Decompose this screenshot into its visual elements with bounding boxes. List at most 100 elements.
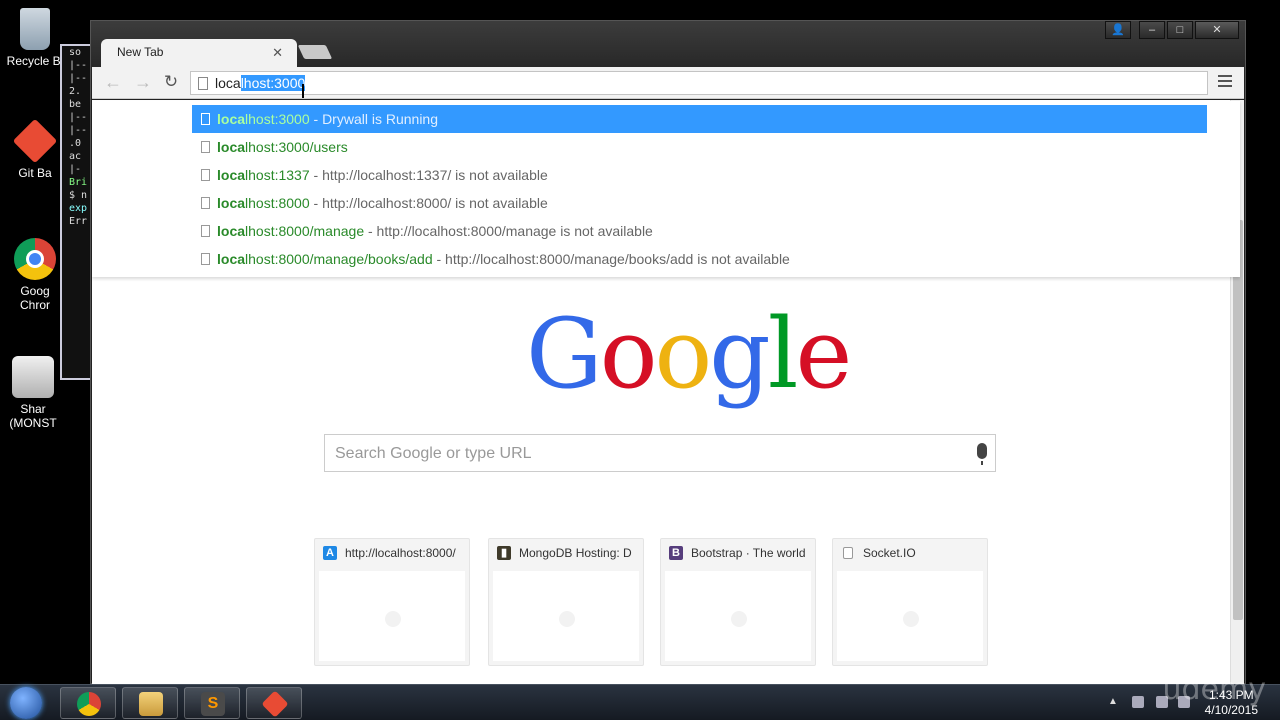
share-desktop-icon[interactable]: Shar (MONST	[2, 356, 64, 430]
loading-dot-icon	[903, 611, 919, 627]
tile-favicon-icon	[843, 547, 853, 559]
taskbar-sublime[interactable]: S	[184, 687, 240, 719]
page-icon	[201, 225, 210, 237]
page-icon	[201, 141, 210, 153]
tile-thumbnail	[665, 571, 811, 661]
tab-title: New Tab	[117, 45, 164, 59]
user-icon[interactable]: 👤	[1105, 21, 1131, 39]
back-arrow-icon[interactable]: ←	[102, 72, 124, 94]
google-logo-letter: e	[795, 298, 852, 410]
tab-new-tab[interactable]: New Tab ✕	[101, 39, 297, 67]
suggestion-url: localhost:8000/manage	[217, 223, 364, 239]
tile-favicon-icon: A	[323, 546, 337, 560]
tile-title: Bootstrap · The world	[691, 546, 806, 560]
window-controls: 👤 – □ ✕	[1105, 21, 1239, 39]
suggestion-rest: lhost:8000	[245, 195, 310, 211]
chrome-window: 👤 – □ ✕ New Tab ✕ ← → ↻ localhost:3000 G…	[90, 20, 1246, 704]
folder-icon	[139, 692, 163, 716]
suggestion-rest: lhost:3000	[245, 111, 310, 127]
reload-icon[interactable]: ↻	[160, 72, 182, 94]
suggestion-url: localhost:8000/manage/books/add	[217, 251, 433, 267]
most-visited-tile[interactable]: B Bootstrap · The world	[660, 538, 816, 666]
browser-toolbar: ← → ↻ localhost:3000	[92, 67, 1244, 99]
tile-thumbnail	[319, 571, 465, 661]
suggestion-description: - http://localhost:8000/ is not availabl…	[313, 195, 548, 211]
suggestion-item[interactable]: localhost:3000/users	[192, 133, 1207, 161]
omnibox-input[interactable]: localhost:3000	[190, 71, 1208, 95]
page-icon	[201, 197, 210, 209]
network-share-icon	[12, 356, 54, 398]
tray-expand-icon[interactable]: ▲	[1108, 696, 1120, 708]
suggestion-item[interactable]: localhost:1337 - http://localhost:1337/ …	[192, 161, 1207, 189]
desktop-icon-label: Goog Chror	[19, 284, 50, 312]
sublime-icon: S	[201, 692, 225, 716]
minimize-icon[interactable]: –	[1139, 21, 1165, 39]
taskbar-chrome[interactable]	[60, 687, 116, 719]
suggestion-item[interactable]: localhost:8000 - http://localhost:8000/ …	[192, 189, 1207, 217]
suggestion-item[interactable]: localhost:8000/manage/books/add - http:/…	[192, 245, 1207, 273]
git-bash-desktop-icon[interactable]: Git Ba	[4, 118, 66, 180]
start-button[interactable]	[4, 685, 48, 720]
taskbar-git-bash[interactable]	[246, 687, 302, 719]
most-visited-tile[interactable]: ▮ MongoDB Hosting: D	[488, 538, 644, 666]
suggestion-rest: lhost:1337	[245, 167, 310, 183]
forward-arrow-icon[interactable]: →	[132, 72, 154, 94]
omnibox-typed-text: loca	[215, 75, 241, 91]
google-logo: Google	[526, 306, 852, 402]
suggestion-match: loca	[217, 111, 246, 127]
chrome-desktop-icon[interactable]: Goog Chror	[4, 238, 66, 312]
text-cursor-icon	[302, 84, 308, 98]
tile-title-bar: Socket.IO	[833, 539, 987, 569]
suggestion-match: loca	[217, 251, 246, 267]
microphone-icon[interactable]	[977, 443, 987, 465]
udemy-watermark: udemy	[1162, 672, 1267, 707]
tile-title: http://localhost:8000/	[345, 546, 456, 560]
suggestion-description: - Drywall is Running	[313, 111, 438, 127]
suggestion-url: localhost:3000/users	[217, 139, 348, 155]
suggestion-rest: lhost:3000/users	[245, 139, 348, 155]
suggestion-rest: lhost:8000/manage	[245, 223, 365, 239]
page-icon	[198, 77, 208, 90]
page-icon	[201, 253, 210, 265]
new-tab-button[interactable]	[297, 45, 333, 59]
suggestion-rest: lhost:8000/manage/books/add	[245, 251, 433, 267]
tab-close-icon[interactable]: ✕	[272, 45, 283, 61]
suggestion-description: - http://localhost:1337/ is not availabl…	[313, 167, 548, 183]
google-logo-letter: l	[767, 298, 799, 410]
loading-dot-icon	[731, 611, 747, 627]
google-logo-letter: G	[526, 298, 603, 410]
suggestion-match: loca	[217, 167, 246, 183]
suggestion-match: loca	[217, 195, 246, 211]
scroll-thumb[interactable]	[1233, 220, 1243, 620]
suggestion-match: loca	[217, 139, 246, 155]
recycle-bin-icon	[20, 8, 50, 50]
tile-title-bar: B Bootstrap · The world	[661, 539, 815, 569]
recycle-bin-desktop-icon[interactable]: Recycle Bi	[4, 8, 66, 68]
desktop-icon-label: Git Ba	[18, 166, 52, 180]
chrome-menu-icon[interactable]	[1218, 75, 1232, 90]
tile-title-bar: ▮ MongoDB Hosting: D	[489, 539, 643, 569]
tray-app-icon[interactable]	[1132, 696, 1144, 708]
close-window-icon[interactable]: ✕	[1195, 21, 1239, 39]
chrome-icon	[14, 238, 56, 280]
tile-favicon-icon: ▮	[497, 546, 511, 560]
suggestion-match: loca	[217, 223, 246, 239]
google-search-input[interactable]: Search Google or type URL	[324, 434, 996, 472]
suggestion-item[interactable]: localhost:8000/manage - http://localhost…	[192, 217, 1207, 245]
most-visited-tile[interactable]: Socket.IO	[832, 538, 988, 666]
maximize-icon[interactable]: □	[1167, 21, 1193, 39]
suggestion-url: localhost:1337	[217, 167, 310, 183]
omnibox-suggestions: localhost:3000 - Drywall is Running local…	[92, 101, 1240, 277]
most-visited-tile[interactable]: Ahttp://localhost:8000/	[314, 538, 470, 666]
suggestion-url: localhost:8000	[217, 195, 310, 211]
git-icon	[261, 690, 289, 718]
search-placeholder: Search Google or type URL	[335, 445, 532, 462]
tile-title: Socket.IO	[863, 546, 916, 560]
taskbar-explorer[interactable]	[122, 687, 178, 719]
omnibox-selected-text: lhost:3000	[240, 75, 306, 91]
tile-title: MongoDB Hosting: D	[519, 546, 632, 560]
git-icon	[12, 118, 58, 164]
desktop-icon-label: Recycle Bi	[6, 54, 64, 68]
suggestion-item[interactable]: localhost:3000 - Drywall is Running	[192, 105, 1207, 133]
tile-favicon-icon: B	[669, 546, 683, 560]
